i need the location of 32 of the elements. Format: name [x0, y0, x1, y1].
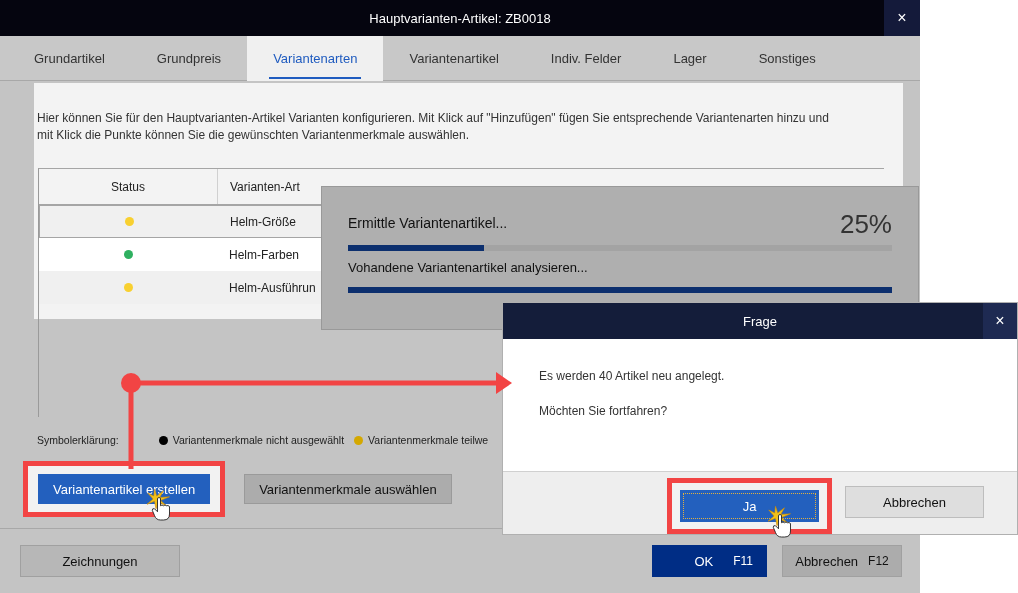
- tab[interactable]: Sonstiges: [732, 36, 842, 81]
- legend-text: Variantenmerkmale nicht ausgewählt: [172, 434, 345, 446]
- progress-label: Ermittle Variantenartikel...: [348, 215, 508, 233]
- action-button[interactable]: Variantenmerkmale auswählen: [244, 474, 452, 504]
- table-cell-text: Helm-Ausführun: [228, 279, 316, 297]
- tab[interactable]: Indiv. Felder: [524, 36, 648, 81]
- footer-button[interactable]: OK F11: [652, 545, 767, 577]
- tab[interactable]: Grundpreis: [130, 36, 248, 81]
- window-title: Hauptvarianten-Artikel: ZB0018: [369, 10, 551, 26]
- dialog-message: Möchten Sie fortfahren?: [539, 404, 669, 418]
- dialog-message: Es werden 40 Artikel neu angelegt.: [539, 369, 726, 383]
- dialog-button[interactable]: Ja: [680, 490, 819, 522]
- tab[interactable]: Lager: [647, 36, 733, 81]
- close-button[interactable]: ×: [884, 0, 920, 36]
- footer-button[interactable]: Zeichnungen: [20, 545, 180, 577]
- column-header: Status: [39, 169, 218, 204]
- description-text: Hier können Sie für den Hauptvarianten-Artikel Varianten konfigurieren. Mit Klick auf "Hinzufügen" fügen Sie entsprechende Variantenarten hinzu und mit Klick die Punkte können Sie die gewünschten Variantenmerkmale auswählen.: [36, 110, 830, 144]
- progress-label: Vohandene Variantenartikel analysieren...: [348, 260, 588, 277]
- tab[interactable]: Grundartikel: [8, 36, 131, 81]
- table-cell-text: Helm-Größe: [229, 213, 296, 231]
- action-button[interactable]: Variantenartikel erstellen: [38, 474, 211, 504]
- close-button[interactable]: ×: [983, 303, 1017, 339]
- progress-percent: 25%: [839, 209, 892, 239]
- legend-label: Symbolerklärung:: [37, 434, 119, 446]
- dialog-button[interactable]: Abbrechen: [845, 486, 984, 518]
- dialog-title: Frage: [743, 313, 777, 329]
- tab[interactable]: Variantenarten: [247, 36, 384, 81]
- footer-button[interactable]: Abbrechen F12: [782, 545, 902, 577]
- tab[interactable]: Variantenartikel: [383, 36, 525, 81]
- table-cell-text: Helm-Farben: [228, 246, 300, 264]
- legend-text: Variantenmerkmale teilwe: [368, 434, 489, 446]
- column-header: Varianten-Art: [229, 178, 301, 196]
